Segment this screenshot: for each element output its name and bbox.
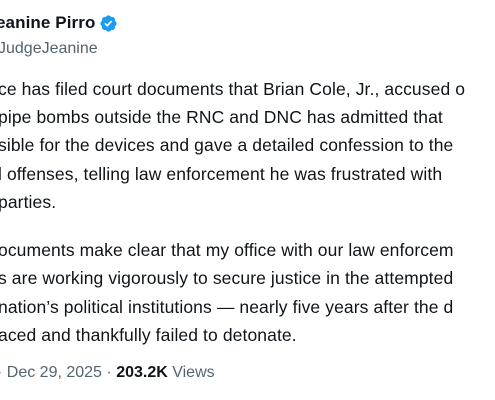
- tweet-line: aced and thankfully failed to detonate.: [0, 325, 297, 345]
- tweet-meta: · Dec 29, 2025 · 203.2K Views: [0, 364, 215, 382]
- tweet-line: nation’s political institutions — nearly…: [0, 297, 454, 317]
- tweet-line: pipe bombs outside the RNC and DNC has a…: [0, 107, 443, 127]
- views-count: 203.2K: [116, 364, 168, 381]
- tweet-timestamp[interactable]: · Dec 29, 2025 ·: [0, 364, 112, 381]
- tweet-line: parties.: [0, 192, 57, 212]
- tweet-text: ce has filed court documents that Brian …: [0, 0, 495, 400]
- tweet-line: s are working vigorously to secure justi…: [0, 268, 454, 288]
- tweet-line: l offenses, telling law enforcement he w…: [0, 164, 443, 184]
- tweet-line: sible for the devices and gave a detaile…: [0, 135, 454, 155]
- tweet-line: ce has filed court documents that Brian …: [0, 79, 466, 99]
- views-label: Views: [172, 364, 215, 381]
- tweet-line: ocuments make clear that my office with …: [0, 240, 454, 260]
